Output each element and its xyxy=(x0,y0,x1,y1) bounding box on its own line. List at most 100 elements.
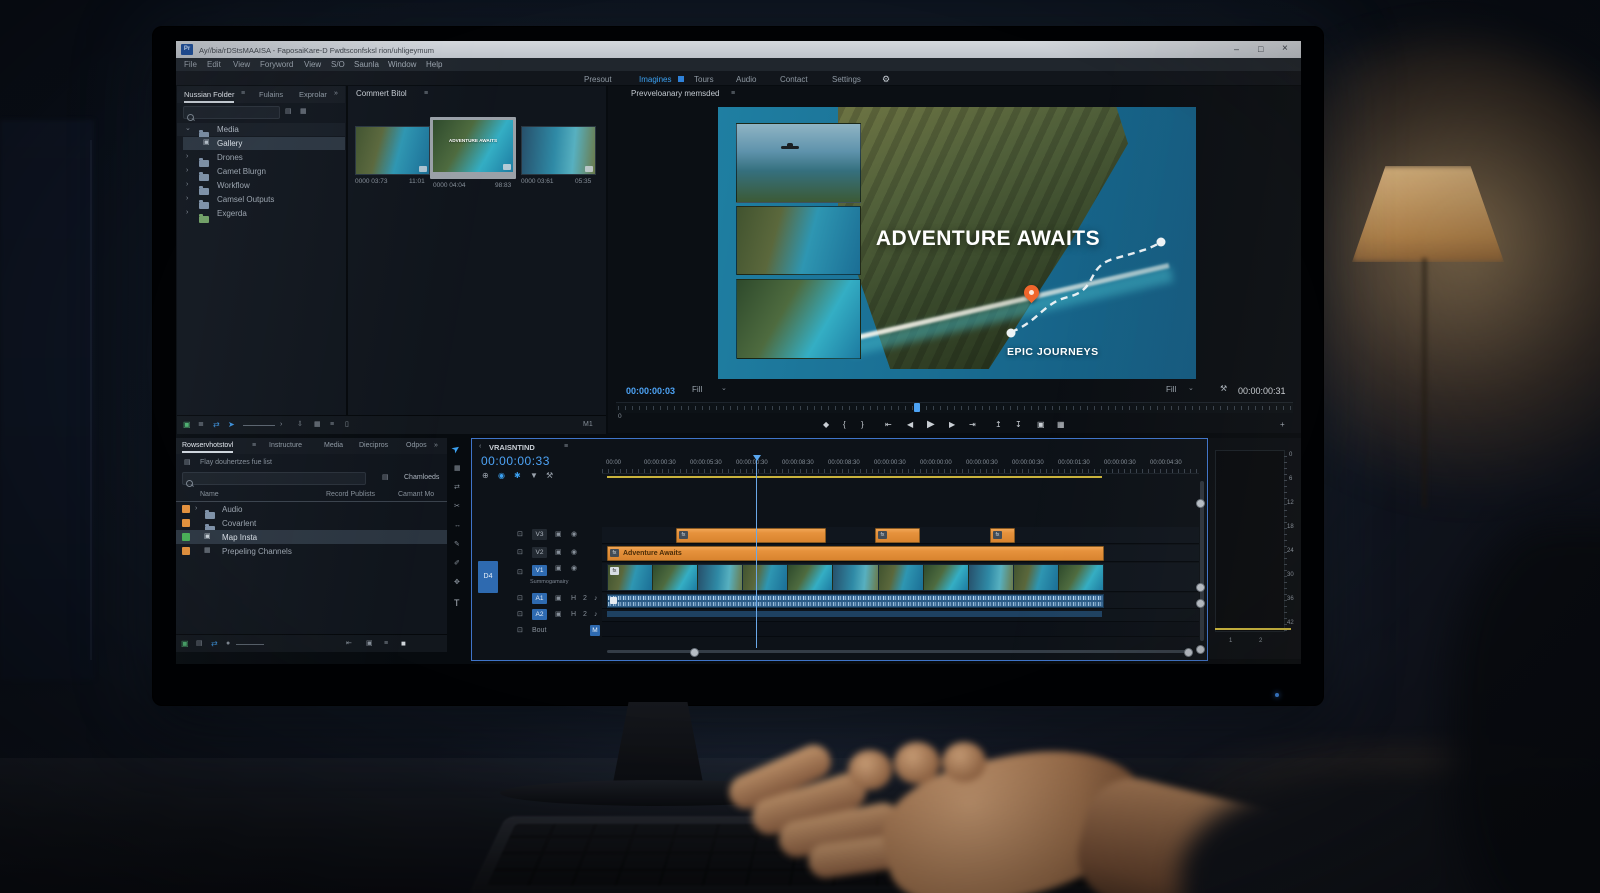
tab-exprolar[interactable]: Exprolar xyxy=(299,90,327,99)
selection-tool[interactable]: ➤ xyxy=(450,443,463,457)
lock-icon[interactable]: ⊡ xyxy=(517,595,523,602)
tree-item-gallery[interactable]: ▣ Gallery xyxy=(183,137,345,150)
minimize-icon[interactable]: – xyxy=(1234,44,1239,54)
type-tool[interactable]: T xyxy=(454,598,460,608)
folder-browse-icon[interactable]: ▤ xyxy=(382,474,389,481)
tab-instructure[interactable]: Instructure xyxy=(269,442,302,449)
stop-icon[interactable]: ■ xyxy=(401,639,406,648)
add-marker-button[interactable]: ◆ xyxy=(823,420,829,429)
lift-button[interactable]: ↥ xyxy=(995,420,1002,429)
fit-dropdown-right[interactable]: Fill xyxy=(1166,386,1176,394)
track-select-tool[interactable]: ▦ xyxy=(454,465,461,472)
step-back-button[interactable]: ◀ xyxy=(907,420,913,429)
timeline-settings-icon[interactable]: ⚒ xyxy=(546,471,553,480)
workspace-tab-tours[interactable]: Tours xyxy=(694,75,714,84)
scroll-handle[interactable] xyxy=(1196,645,1205,654)
hamburger-icon[interactable]: ≡ xyxy=(564,443,568,450)
media-row-covarlent[interactable]: Covarlent xyxy=(176,516,447,530)
slip-tool[interactable]: ↔ xyxy=(454,522,461,529)
play-button[interactable]: ▶ xyxy=(927,419,935,430)
chevron-right-icon[interactable]: › xyxy=(186,195,188,202)
media-row-prepeling[interactable]: ▦ Prepeling Channels xyxy=(176,544,447,558)
workspace-tab-presout[interactable]: Presout xyxy=(584,75,612,84)
snap-icon[interactable]: ⊕ xyxy=(482,471,489,480)
scroll-handle[interactable] xyxy=(1196,599,1205,608)
track-a2-lane[interactable] xyxy=(602,609,1199,622)
mic-icon[interactable]: ♪ xyxy=(594,611,598,618)
timeline-ruler[interactable]: 00:00 00:00:00:30 00:00:05:30 00:00:00:3… xyxy=(602,457,1199,474)
timeline-tab[interactable]: VRAISNTIND xyxy=(489,443,535,452)
track-a1-toggle[interactable]: A1 xyxy=(532,593,547,604)
column-camant[interactable]: Camant Mo xyxy=(398,491,434,498)
hamburger-icon[interactable]: ≡ xyxy=(424,90,428,97)
lock-icon[interactable]: ⊡ xyxy=(517,569,523,576)
v2-graphics-clip[interactable]: fx Adventure Awaits xyxy=(607,546,1104,561)
program-video[interactable]: ADVENTURE AWAITS EPIC JOURNEYS xyxy=(718,107,1196,379)
tab-odpos[interactable]: Odpos xyxy=(406,442,427,449)
tab-diecipros[interactable]: Diecipros xyxy=(359,442,388,449)
chevron-right-icon[interactable]: › xyxy=(186,181,188,188)
comparison-view-button[interactable]: ▦ xyxy=(1057,420,1065,429)
back-icon[interactable]: ‹ xyxy=(479,443,481,450)
chevron-down-icon[interactable]: ⌄ xyxy=(1188,385,1194,392)
tree-item-media[interactable]: ⌄ Media xyxy=(177,123,345,136)
icon-view-icon[interactable]: ≣ xyxy=(198,421,204,428)
extract-button[interactable]: ↧ xyxy=(1015,420,1022,429)
workspace-tab-imagines[interactable]: Imagines xyxy=(639,75,671,84)
project-search-input[interactable] xyxy=(183,106,280,119)
hamburger-icon[interactable]: ≡ xyxy=(241,90,245,97)
label-color-swatch[interactable] xyxy=(182,505,190,513)
toggle-checkbox-icon[interactable]: ▤ xyxy=(184,459,191,466)
marker-down-icon[interactable]: ▼ xyxy=(530,471,538,480)
label-color-swatch[interactable] xyxy=(182,547,190,555)
media-row-map-insta[interactable]: ▣ Map Insta xyxy=(176,530,447,544)
side-label[interactable]: Chamloeds xyxy=(404,474,439,481)
v1-video-clip[interactable]: fx xyxy=(607,564,1104,591)
hamburger-icon[interactable]: ≡ xyxy=(252,442,256,449)
label-color-swatch[interactable] xyxy=(182,519,190,527)
mark-in-button[interactable]: { xyxy=(843,420,846,429)
track-a2-toggle[interactable]: A2 xyxy=(532,609,547,620)
pencil-tool[interactable]: ✐ xyxy=(454,560,460,567)
v3-clip-2[interactable]: fx xyxy=(875,528,920,543)
tab-media[interactable]: Media xyxy=(324,442,343,449)
go-to-out-button[interactable]: ⇥ xyxy=(969,420,976,429)
skip-start-icon[interactable]: ⇤ xyxy=(346,640,352,647)
zoom-slider[interactable] xyxy=(243,425,275,426)
list-view-icon[interactable]: ▣ xyxy=(183,420,191,429)
menu-window[interactable]: Window xyxy=(388,61,416,69)
workspace-tab-contact[interactable]: Contact xyxy=(780,75,808,84)
mic-icon[interactable]: ♪ xyxy=(594,595,598,602)
chevron-down-icon[interactable]: ⌄ xyxy=(721,385,727,392)
maximize-icon[interactable]: □ xyxy=(1258,44,1263,54)
work-area-bar[interactable] xyxy=(607,476,1102,478)
chevron-right-icon[interactable]: › xyxy=(186,209,188,216)
eye-icon[interactable]: ◉ xyxy=(571,549,577,556)
chevron-down-icon[interactable]: ⌄ xyxy=(185,125,191,132)
menu-view2[interactable]: View xyxy=(304,61,321,69)
menu-saunla[interactable]: Saunla xyxy=(354,61,379,69)
chevron-right-icon[interactable]: › xyxy=(195,505,197,512)
razor-tool[interactable]: ✂ xyxy=(454,503,460,510)
program-scrub-bar[interactable] xyxy=(616,402,1293,413)
shuffle-icon[interactable]: ⇄ xyxy=(213,420,220,429)
eye-icon[interactable]: ◉ xyxy=(571,531,577,538)
a2-audio-clip[interactable] xyxy=(607,611,1102,617)
zoom-slider[interactable] xyxy=(236,644,264,645)
program-timecode-left[interactable]: 00:00:00:03 xyxy=(626,386,675,396)
track-v3-lane[interactable]: fx fx fx xyxy=(602,527,1199,544)
scroll-handle[interactable] xyxy=(1184,648,1193,657)
tab-fulains[interactable]: Fulains xyxy=(259,90,283,99)
overflow-icon[interactable]: » xyxy=(434,442,438,449)
track-v2-lane[interactable]: fx Adventure Awaits xyxy=(602,545,1199,562)
track-v1-toggle[interactable]: V1 xyxy=(532,565,547,576)
tree-item-workflow[interactable]: › Workflow xyxy=(177,179,345,192)
mark-out-button[interactable]: } xyxy=(861,420,864,429)
hand-tool[interactable]: ✥ xyxy=(454,579,460,586)
column-record[interactable]: Record Publists xyxy=(326,491,375,498)
program-tab[interactable]: Prevveloanary memsded xyxy=(631,90,719,98)
bin-clip-thumb-1[interactable] xyxy=(355,126,430,175)
tree-item-camet-blurgn[interactable]: › Camet Blurgn xyxy=(177,165,345,178)
bin-view-film-icon[interactable]: ▦ xyxy=(300,108,307,115)
gear-icon[interactable]: ⚙ xyxy=(882,74,890,85)
